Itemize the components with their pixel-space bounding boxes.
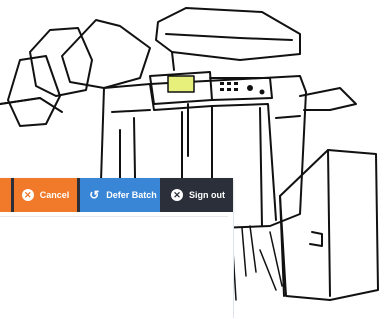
defer-label: Defer Batch [106,190,157,200]
close-circle-icon: ✕ [170,189,183,201]
content-panel [0,212,234,318]
cancel-label: Cancel [39,190,70,200]
toolbar-edge-accent [0,178,12,212]
cancel-button[interactable]: ✕ Cancel [13,178,78,212]
sign-out-label: Sign out [188,190,225,200]
sign-out-button[interactable]: ✕ Sign out [162,178,233,212]
defer-batch-button[interactable]: ↺ Defer Batch [80,178,161,212]
action-toolbar: ✕ Cancel ↺ Defer Batch ✕ Sign out [0,178,233,212]
defer-clock-icon: ↺ [89,188,100,202]
close-circle-icon: ✕ [21,189,34,201]
content-area [0,216,228,319]
